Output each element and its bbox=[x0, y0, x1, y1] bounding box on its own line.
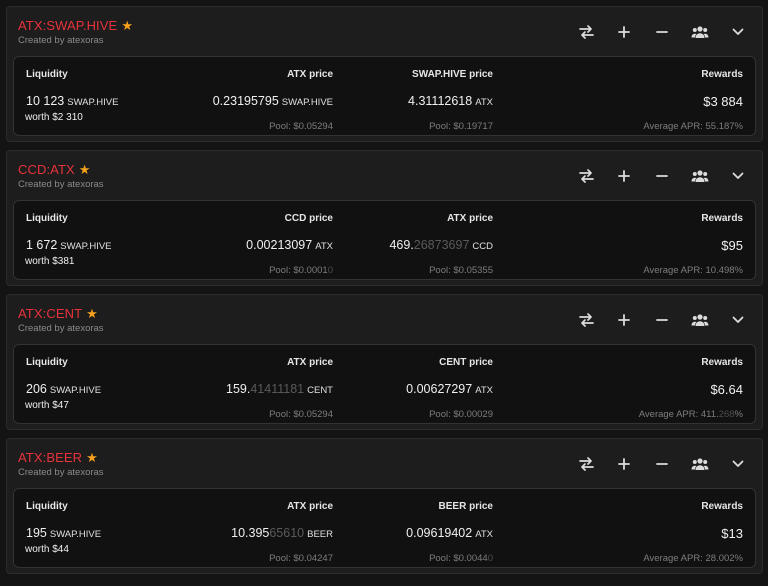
price1-pool: Pool: $0.04247 bbox=[269, 553, 333, 564]
price1-label: ATX price bbox=[287, 501, 333, 512]
pool-card: CCD:ATX ★ Created by atexoras Liquidity … bbox=[6, 150, 763, 286]
price1-pool: Pool: $0.05294 bbox=[269, 409, 333, 420]
price2-pool: Pool: $0.05355 bbox=[429, 265, 493, 276]
price2-pool: Pool: $0.00029 bbox=[429, 409, 493, 420]
pool-creator: Created by atexoras bbox=[18, 179, 104, 190]
price2-label: ATX price bbox=[447, 213, 493, 224]
star-icon[interactable]: ★ bbox=[121, 19, 133, 32]
rewards-label: Rewards bbox=[701, 213, 743, 224]
pool-name[interactable]: ATX:SWAP.HIVE bbox=[18, 18, 117, 33]
rewards-value: $95 bbox=[721, 238, 743, 253]
chevron-down-icon[interactable] bbox=[729, 311, 747, 329]
chevron-down-icon[interactable] bbox=[729, 23, 747, 41]
liquidity-value: 206 SWAP.HIVE bbox=[26, 382, 102, 396]
price2-label: CENT price bbox=[439, 357, 493, 368]
pool-card: ATX:SWAP.HIVE ★ Created by atexoras Liqu… bbox=[6, 6, 763, 142]
pool-title[interactable]: ATX:CENT ★ bbox=[18, 306, 98, 321]
liquidity-worth: worth $381 bbox=[25, 256, 75, 267]
liquidity-worth: worth $2 310 bbox=[25, 112, 83, 123]
price2-value: 0.00627297 ATX bbox=[406, 382, 493, 396]
price1-value: 159.41411181 CENT bbox=[226, 382, 333, 396]
pool-creator: Created by atexoras bbox=[18, 35, 104, 46]
average-apr: Average APR: 55.187% bbox=[643, 121, 743, 132]
price1-pool: Pool: $0.00010 bbox=[269, 265, 333, 276]
minus-icon[interactable] bbox=[653, 455, 671, 473]
pool-stats: Liquidity ATX price BEER price Rewards 1… bbox=[13, 488, 756, 568]
pool-creator: Created by atexoras bbox=[18, 323, 104, 334]
users-icon[interactable] bbox=[691, 167, 709, 185]
price1-label: CCD price bbox=[284, 213, 333, 224]
pool-stats: Liquidity ATX price SWAP.HIVE price Rewa… bbox=[13, 56, 756, 136]
liquidity-worth: worth $47 bbox=[25, 400, 69, 411]
price2-label: SWAP.HIVE price bbox=[412, 69, 493, 80]
liquidity-label: Liquidity bbox=[26, 69, 68, 80]
price1-pool: Pool: $0.05294 bbox=[269, 121, 333, 132]
rewards-label: Rewards bbox=[701, 501, 743, 512]
average-apr: Average APR: 28.002% bbox=[643, 553, 743, 564]
minus-icon[interactable] bbox=[653, 311, 671, 329]
plus-icon[interactable] bbox=[615, 23, 633, 41]
pool-list: ATX:SWAP.HIVE ★ Created by atexoras Liqu… bbox=[0, 0, 768, 586]
price1-label: ATX price bbox=[287, 357, 333, 368]
pool-title[interactable]: ATX:SWAP.HIVE ★ bbox=[18, 18, 133, 33]
star-icon[interactable]: ★ bbox=[86, 307, 98, 320]
pool-actions bbox=[577, 23, 747, 41]
price1-label: ATX price bbox=[287, 69, 333, 80]
pool-name[interactable]: ATX:CENT bbox=[18, 306, 82, 321]
star-icon[interactable]: ★ bbox=[79, 163, 91, 176]
price2-value: 0.09619402 ATX bbox=[406, 526, 493, 540]
swap-icon[interactable] bbox=[577, 311, 595, 329]
rewards-value: $6.64 bbox=[710, 382, 743, 397]
price2-value: 469.26873697 CCD bbox=[389, 238, 493, 252]
liquidity-value: 195 SWAP.HIVE bbox=[26, 526, 102, 540]
pool-name[interactable]: ATX:BEER bbox=[18, 450, 82, 465]
minus-icon[interactable] bbox=[653, 167, 671, 185]
pool-title[interactable]: ATX:BEER ★ bbox=[18, 450, 98, 465]
pool-card: ATX:BEER ★ Created by atexoras Liquidity… bbox=[6, 438, 763, 574]
users-icon[interactable] bbox=[691, 311, 709, 329]
pool-actions bbox=[577, 455, 747, 473]
chevron-down-icon[interactable] bbox=[729, 455, 747, 473]
liquidity-label: Liquidity bbox=[26, 357, 68, 368]
liquidity-worth: worth $44 bbox=[25, 544, 69, 555]
swap-icon[interactable] bbox=[577, 455, 595, 473]
pool-title[interactable]: CCD:ATX ★ bbox=[18, 162, 91, 177]
swap-icon[interactable] bbox=[577, 23, 595, 41]
minus-icon[interactable] bbox=[653, 23, 671, 41]
users-icon[interactable] bbox=[691, 455, 709, 473]
rewards-value: $13 bbox=[721, 526, 743, 541]
price1-value: 0.23195795 SWAP.HIVE bbox=[212, 94, 333, 108]
liquidity-value: 1 672 SWAP.HIVE bbox=[26, 238, 112, 252]
pool-creator: Created by atexoras bbox=[18, 467, 104, 478]
star-icon[interactable]: ★ bbox=[86, 451, 98, 464]
plus-icon[interactable] bbox=[615, 311, 633, 329]
pool-stats: Liquidity CCD price ATX price Rewards 1 … bbox=[13, 200, 756, 280]
liquidity-value: 10 123 SWAP.HIVE bbox=[26, 94, 119, 108]
price2-label: BEER price bbox=[438, 501, 493, 512]
chevron-down-icon[interactable] bbox=[729, 167, 747, 185]
pool-stats: Liquidity ATX price CENT price Rewards 2… bbox=[13, 344, 756, 424]
liquidity-label: Liquidity bbox=[26, 501, 68, 512]
rewards-value: $3 884 bbox=[703, 94, 743, 109]
average-apr: Average APR: 411.268% bbox=[638, 409, 743, 420]
plus-icon[interactable] bbox=[615, 167, 633, 185]
price2-value: 4.31112618 ATX bbox=[408, 94, 493, 108]
pool-actions bbox=[577, 167, 747, 185]
pool-card: ATX:CENT ★ Created by atexoras Liquidity… bbox=[6, 294, 763, 430]
price1-value: 10.39565610 BEER bbox=[231, 526, 333, 540]
pool-actions bbox=[577, 311, 747, 329]
swap-icon[interactable] bbox=[577, 167, 595, 185]
liquidity-label: Liquidity bbox=[26, 213, 68, 224]
pool-name[interactable]: CCD:ATX bbox=[18, 162, 75, 177]
rewards-label: Rewards bbox=[701, 69, 743, 80]
plus-icon[interactable] bbox=[615, 455, 633, 473]
price1-value: 0.00213097 ATX bbox=[246, 238, 333, 252]
users-icon[interactable] bbox=[691, 23, 709, 41]
average-apr: Average APR: 10.498% bbox=[643, 265, 743, 276]
rewards-label: Rewards bbox=[701, 357, 743, 368]
price2-pool: Pool: $0.19717 bbox=[429, 121, 493, 132]
price2-pool: Pool: $0.00440 bbox=[429, 553, 493, 564]
